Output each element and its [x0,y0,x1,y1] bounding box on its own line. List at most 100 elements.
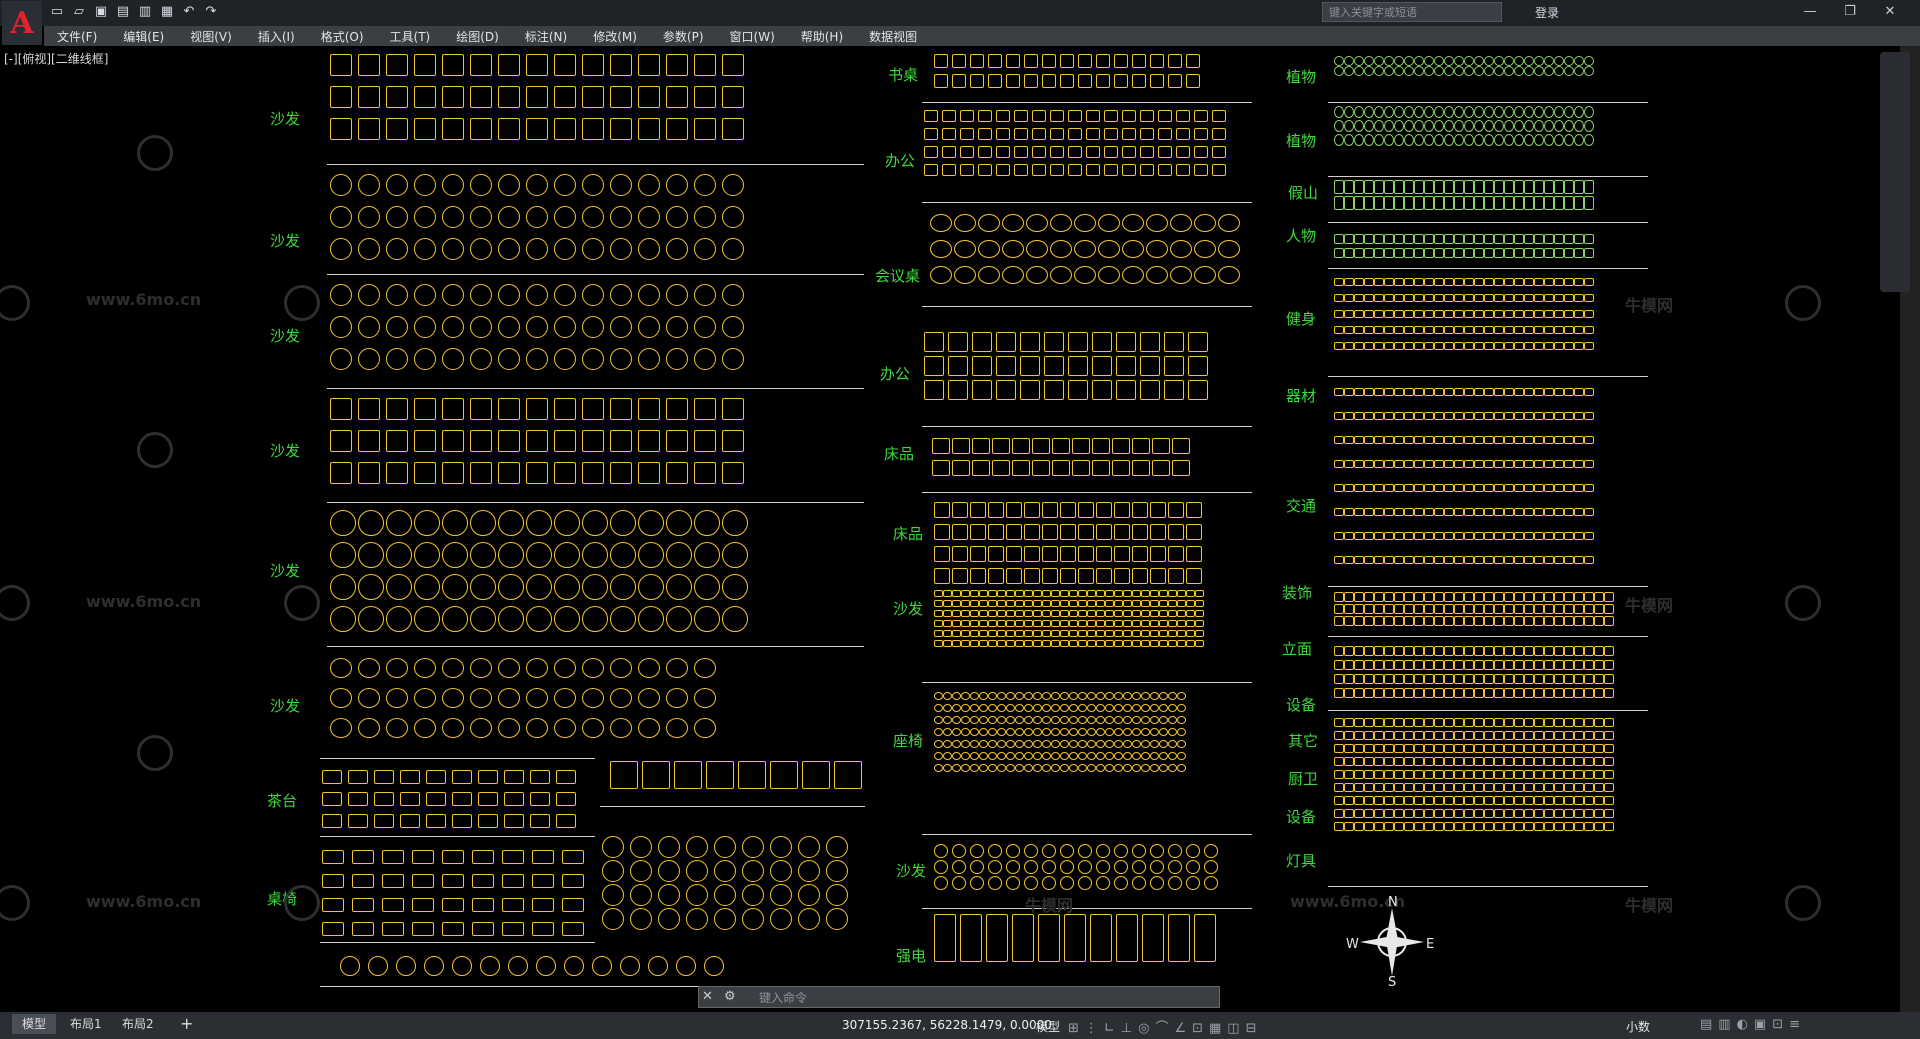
minimize-icon[interactable]: — [1790,2,1830,22]
cad-block-symbol [1484,796,1494,805]
cad-block-symbol [1574,484,1584,492]
add-layout-icon[interactable]: + [170,1014,203,1034]
command-input[interactable]: 键入命令 [698,986,1220,1008]
tab-model[interactable]: 模型 [12,1014,57,1034]
cad-block-symbol [1096,620,1105,627]
menu-draw[interactable]: 绘图(D) [456,28,499,45]
cad-block-symbol [1122,146,1136,158]
login-button[interactable]: 登录 [1535,4,1559,21]
cad-block-symbol [1132,716,1141,724]
menu-modify[interactable]: 修改(M) [593,28,637,45]
app-logo[interactable]: A [2,1,42,45]
cad-block-symbol [930,266,952,284]
cad-block-symbol [1150,716,1159,724]
cad-block-symbol [1087,728,1096,736]
cad-block-symbol [1150,692,1159,700]
cad-block-symbol [694,462,716,484]
cad-block-symbol [504,792,524,806]
cad-block-symbol [1042,620,1051,627]
search-input[interactable]: 键入关键字或短语 [1322,2,1502,22]
open-file-icon[interactable]: ▱ [70,3,88,21]
menu-parameter[interactable]: 参数(P) [663,28,704,45]
cad-block-symbol [1132,74,1146,88]
cad-block-symbol [1494,412,1504,420]
cad-block-symbol [1384,310,1394,318]
cad-block-symbol [1434,718,1444,727]
close-command-icon[interactable]: ✕ [702,989,713,1004]
cad-block-symbol [554,206,576,228]
cad-block-symbol [997,752,1006,760]
cad-block-symbol [1141,728,1150,736]
cad-block-symbol [1604,822,1614,831]
cad-block-symbol [1454,508,1464,516]
cad-block-symbol [1584,783,1594,792]
cad-block-symbol [1534,744,1544,753]
cad-block-symbol [386,430,408,452]
wrench-icon[interactable]: ⚙ [724,989,736,1004]
cad-block-symbol [1006,502,1022,518]
cad-block-symbol [1594,616,1604,626]
new-file-icon[interactable]: ▭ [48,3,66,21]
cad-block-symbol [508,956,528,976]
cad-block-symbol [1434,460,1444,468]
cad-block-symbol [1015,600,1024,607]
cad-block-symbol [1454,326,1464,334]
cad-block-symbol [1364,508,1374,516]
cad-block-symbol [1186,610,1195,617]
cad-block-symbol [1434,688,1444,698]
menu-edit[interactable]: 编辑(E) [123,28,164,45]
cad-block-symbol [1078,844,1092,858]
cad-block-symbol [770,836,792,858]
menu-insert[interactable]: 插入(I) [258,28,295,45]
status-toggle-icons[interactable]: ⊞⋮∟⊥◎⌒∠⊡▦◫⊟ [1068,1017,1262,1036]
cad-block-symbol [1494,796,1504,805]
status-right-icons[interactable]: ▤▥◐▣⊡≡ [1700,1017,1806,1032]
cad-block-symbol [1554,660,1564,670]
drawing-canvas[interactable] [0,46,1900,1012]
navigation-bar[interactable] [1880,52,1910,292]
cad-block-symbol [1026,240,1048,258]
cad-block-symbol [1574,234,1584,244]
viewport-label[interactable]: [-][俯视][二维线框] [4,50,108,67]
cad-block-symbol [1564,388,1574,396]
cad-block-symbol [1384,660,1394,670]
cad-block-symbol [1594,770,1604,779]
cad-block-symbol [1594,592,1604,602]
menu-window[interactable]: 窗口(W) [730,28,775,45]
cad-block-symbol [1524,436,1534,444]
menu-view[interactable]: 视图(V) [190,28,232,45]
cad-block-symbol [1504,783,1514,792]
menu-dimension[interactable]: 标注(N) [525,28,567,45]
save-icon[interactable]: ▣ [92,3,110,21]
print-icon[interactable]: ▦ [158,3,176,21]
undo-icon[interactable]: ↶ [180,3,198,21]
cad-block-symbol [554,542,580,568]
cad-block-symbol [1584,326,1594,334]
cad-block-symbol [1105,620,1114,627]
cad-block-symbol [1434,294,1444,302]
menu-file[interactable]: 文件(F) [57,28,97,45]
cad-block-symbol [1123,740,1132,748]
cad-block-symbol [1177,764,1186,772]
menu-tools[interactable]: 工具(T) [390,28,431,45]
model-space-button[interactable]: 模型 [1036,1018,1060,1035]
cad-block-symbol [1069,692,1078,700]
plot-icon[interactable]: ▥ [136,3,154,21]
tab-layout1[interactable]: 布局1 [60,1014,112,1034]
cad-block-symbol [1404,770,1414,779]
cad-block-symbol [1384,731,1394,740]
cad-block-symbol [666,54,688,76]
close-icon[interactable]: ✕ [1870,2,1910,22]
menu-format[interactable]: 格式(O) [321,28,364,45]
units-selector[interactable]: 小数 [1626,1018,1650,1035]
restore-icon[interactable]: ❐ [1830,2,1870,22]
cad-block-symbol [358,238,380,260]
cad-block-symbol [1354,674,1364,684]
cad-block-symbol [1096,704,1105,712]
redo-icon[interactable]: ↷ [202,3,220,21]
save-as-icon[interactable]: ▤ [114,3,132,21]
tab-layout2[interactable]: 布局2 [112,1014,164,1034]
menu-help[interactable]: 帮助(H) [801,28,843,45]
cad-block-symbol [1504,56,1514,66]
menu-data-view[interactable]: 数据视图 [869,28,917,45]
